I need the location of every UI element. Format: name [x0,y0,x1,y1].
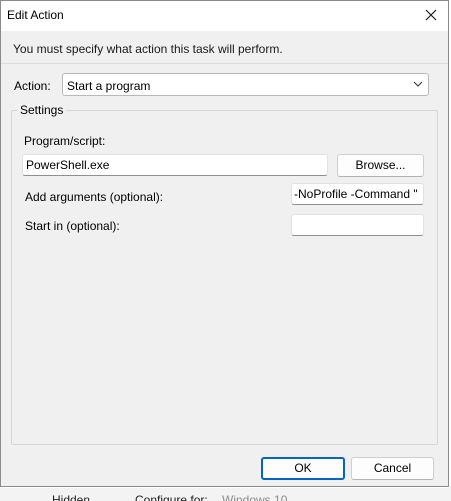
edit-action-dialog: Edit Action You must specify what action… [0,0,449,487]
background-window: Hidden Configure for: Windows 10 [0,488,451,501]
add-arguments-label: Add arguments (optional): [25,190,164,204]
divider [1,63,448,64]
action-label: Action: [14,79,51,93]
start-in-label: Start in (optional): [25,219,120,233]
action-dropdown[interactable]: Start a program [62,73,429,96]
cancel-button[interactable]: Cancel [351,457,434,480]
close-icon [425,9,437,21]
background-text-windows: Windows 10 [222,493,288,501]
program-script-input[interactable]: PowerShell.exe [22,154,328,176]
title-bar[interactable]: Edit Action [1,1,448,31]
settings-legend: Settings [17,103,67,117]
background-text-configure: Configure for: [135,493,208,501]
browse-button[interactable]: Browse... [337,154,424,177]
add-arguments-input[interactable]: -NoProfile -Command " [291,183,424,205]
instruction-text: You must specify what action this task w… [13,42,283,56]
action-dropdown-value: Start a program [67,79,151,93]
program-script-label: Program/script: [24,134,106,148]
background-text-hidden: Hidden [52,493,91,501]
start-in-input[interactable] [291,214,424,236]
chevron-down-icon [413,81,423,87]
ok-button[interactable]: OK [261,457,345,480]
dialog-title: Edit Action [7,8,64,22]
close-button[interactable] [414,1,448,29]
